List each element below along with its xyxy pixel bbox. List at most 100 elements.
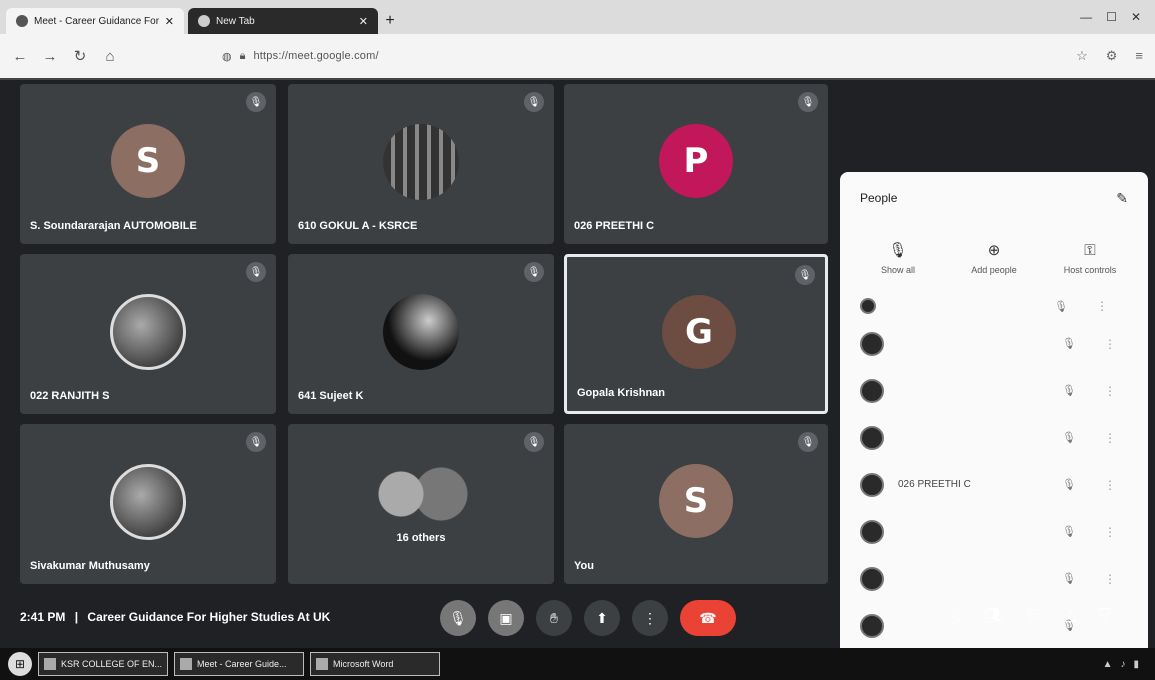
activities-icon[interactable]: △	[1065, 606, 1077, 627]
more-options-icon[interactable]: ⋮	[1104, 572, 1116, 586]
shield-icon: ◍	[222, 50, 232, 63]
present-button[interactable]: ⬆	[584, 600, 620, 636]
participant-tile[interactable]: 🎙︎ S You	[564, 424, 828, 584]
taskbar-item-browser-1[interactable]: KSR COLLEGE OF EN...	[38, 652, 168, 676]
tab-meet[interactable]: Meet - Career Guidance For ✕	[6, 8, 184, 34]
leave-call-button[interactable]: ☎︎	[680, 600, 736, 636]
participant-row[interactable]: 🎙︎ ⋮	[850, 367, 1138, 414]
close-window-icon[interactable]: ✕	[1131, 10, 1141, 24]
participant-name: Gopala Krishnan	[577, 387, 666, 399]
mic-off-icon: 🎙︎	[795, 265, 815, 285]
minimize-icon[interactable]: —	[1080, 10, 1092, 24]
close-icon[interactable]: ✕	[359, 15, 368, 28]
more-options-icon[interactable]: ⋮	[1104, 478, 1116, 492]
participant-name: Sivakumar Muthusamy	[30, 560, 150, 572]
side-controls: ⓘ 👥︎ 💬︎ △ ⛉	[946, 606, 1110, 627]
more-options-icon[interactable]: ⋮	[1104, 384, 1116, 398]
extensions-icon[interactable]: ⚙	[1106, 48, 1118, 64]
mic-toggle-button[interactable]: 🎙︎	[440, 600, 476, 636]
present-icon: ⬆	[596, 609, 608, 626]
window-controls: — ☐ ✕	[1080, 0, 1155, 34]
hand-icon: ✋︎	[550, 609, 558, 626]
camera-toggle-button[interactable]: ▣	[488, 600, 524, 636]
add-people-action[interactable]: ⊕ Add people	[949, 241, 1039, 275]
mic-off-icon: 🎙︎	[1062, 432, 1076, 444]
action-label: Add people	[971, 265, 1017, 275]
people-icon[interactable]: 👥︎	[983, 606, 1002, 627]
battery-icon[interactable]: ▮	[1133, 659, 1139, 670]
meet-favicon-icon	[16, 15, 28, 27]
network-icon[interactable]: ▲	[1103, 659, 1113, 670]
star-icon[interactable]: ☆	[1076, 48, 1088, 64]
participant-row[interactable]: 🎙︎ ⋮	[850, 320, 1138, 367]
host-controls-action[interactable]: ⚿ Host controls	[1045, 242, 1135, 275]
more-options-button[interactable]: ⋮	[632, 600, 668, 636]
participant-row[interactable]: 🎙︎ ⋮	[850, 292, 1138, 320]
participant-tile[interactable]: 🎙︎ Sivakumar Muthusamy	[20, 424, 276, 584]
hang-up-icon: ☎︎	[699, 609, 717, 626]
participant-name: 610 GOKUL A - KSRCE	[298, 220, 418, 232]
back-arrow-icon[interactable]: ←	[12, 48, 28, 65]
participant-row[interactable]: 026 PREETHI C 🎙︎ ⋮	[850, 461, 1138, 508]
meet-stage: 🎙︎ S S. Soundararajan AUTOMOBILE 🎙︎ 610 GOKU…	[0, 80, 1155, 670]
tab-new[interactable]: New Tab ✕	[188, 8, 378, 34]
mic-off-icon: 🎙︎	[524, 92, 544, 112]
reload-icon[interactable]: ↻	[72, 47, 88, 65]
taskbar-item-label: KSR COLLEGE OF EN...	[61, 659, 163, 669]
address-bar[interactable]: ◍ 🔒︎ https://meet.google.com/	[222, 41, 862, 71]
participant-name: 026 PREETHI C	[574, 220, 655, 232]
participant-tile[interactable]: 🎙︎ S S. Soundararajan AUTOMOBILE	[20, 84, 276, 244]
tab-label: Meet - Career Guidance For	[34, 15, 159, 27]
taskbar-item-word[interactable]: Microsoft Word	[310, 652, 440, 676]
mic-off-icon: 🎙︎	[246, 432, 266, 452]
panel-actions: 🎙︎ Show all ⊕ Add people ⚿ Host controls	[840, 224, 1148, 292]
browser-toolbar: ← → ↻ ⌂ ◍ 🔒︎ https://meet.google.com/ ☆ …	[0, 34, 1155, 80]
info-icon[interactable]: ⓘ	[946, 606, 961, 627]
browser-icon	[180, 658, 192, 670]
taskbar-item-browser-2[interactable]: Meet - Career Guide...	[174, 652, 304, 676]
others-count-label: 16 others	[396, 532, 446, 544]
screen: Meet - Career Guidance For ✕ New Tab ✕ +…	[0, 0, 1155, 680]
participant-tile[interactable]: 🎙︎ 16 others	[288, 424, 554, 584]
avatar: S	[659, 464, 733, 538]
maximize-icon[interactable]: ☐	[1106, 10, 1117, 24]
toolbar-right: ☆ ⚙ ≡	[1076, 48, 1143, 64]
forward-arrow-icon[interactable]: →	[42, 48, 58, 65]
mic-off-icon: 🎙︎	[524, 432, 544, 452]
participant-tile[interactable]: 🎙︎ 610 GOKUL A - KSRCE	[288, 84, 554, 244]
participant-row[interactable]: 🎙︎ ⋮	[850, 414, 1138, 461]
participant-name: S. Soundararajan AUTOMOBILE	[30, 220, 197, 232]
close-icon[interactable]: ✕	[165, 15, 174, 28]
chat-icon[interactable]: 💬︎	[1024, 606, 1043, 627]
volume-icon[interactable]: ♪	[1120, 659, 1125, 670]
meeting-time: 2:41 PM	[20, 610, 66, 624]
avatar	[860, 472, 884, 497]
system-tray: ▲ ♪ ▮	[1103, 659, 1155, 670]
mic-off-icon: 🎙︎	[798, 432, 818, 452]
mic-off-icon: 🎙︎	[1062, 385, 1076, 397]
action-label: Show all	[880, 265, 916, 275]
menu-icon[interactable]: ≡	[1135, 48, 1143, 64]
participant-name: 022 RANJITH S	[30, 390, 110, 402]
more-options-icon[interactable]: ⋮	[1104, 525, 1116, 539]
new-tab-button[interactable]: +	[378, 8, 402, 34]
home-icon[interactable]: ⌂	[102, 48, 118, 65]
mic-off-icon: 🎙︎	[246, 262, 266, 282]
more-options-icon[interactable]: ⋮	[1096, 299, 1108, 313]
raise-hand-button[interactable]: ✋︎	[536, 600, 572, 636]
mic-off-icon: 🎙︎	[449, 609, 467, 626]
participant-tile[interactable]: 🎙︎ 641 Sujeet K	[288, 254, 554, 414]
meet-bottom-bar: 2:41 PM | Career Guidance For Higher Stu…	[0, 588, 1155, 648]
edit-icon[interactable]: ✎	[1116, 190, 1128, 207]
mute-all-action[interactable]: 🎙︎ Show all	[853, 241, 943, 275]
participant-tile[interactable]: 🎙︎ P 026 PREETHI C	[564, 84, 828, 244]
more-options-icon[interactable]: ⋮	[1104, 431, 1116, 445]
avatar	[860, 378, 884, 403]
participant-row[interactable]: 🎙︎ ⋮	[850, 508, 1138, 555]
more-options-icon[interactable]: ⋮	[1104, 337, 1116, 351]
mic-off-icon: 🎙︎	[1054, 300, 1068, 313]
start-button[interactable]: ⊞	[8, 652, 32, 676]
participant-tile[interactable]: 🎙︎ G Gopala Krishnan	[564, 254, 828, 414]
host-controls-icon[interactable]: ⛉	[1099, 606, 1110, 627]
participant-tile[interactable]: 🎙︎ 022 RANJITH S	[20, 254, 276, 414]
